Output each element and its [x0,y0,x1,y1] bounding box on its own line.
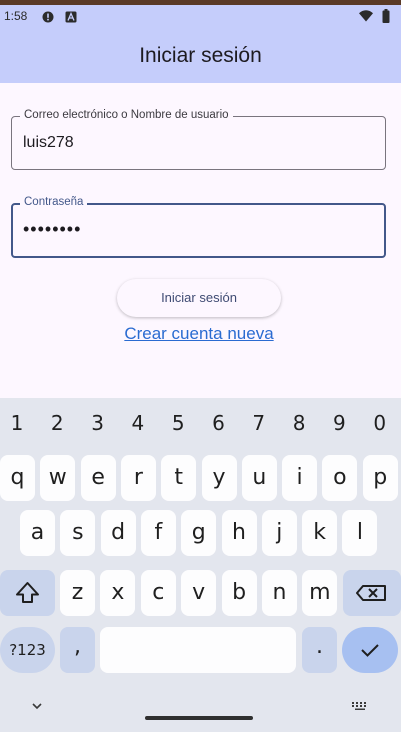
key-v[interactable]: v [181,570,217,616]
wifi-icon [359,10,373,22]
key-b[interactable]: b [221,570,257,616]
key-k[interactable]: k [302,510,338,556]
password-value[interactable]: •••••••• [23,219,81,240]
key-i[interactable]: i [282,455,318,501]
key-0[interactable]: 0 [360,410,400,436]
key-3[interactable]: 3 [78,410,118,436]
space-key[interactable] [100,627,296,673]
enter-key[interactable] [342,627,398,673]
key-5[interactable]: 5 [158,410,198,436]
shift-icon [16,582,39,603]
keyboard-icon[interactable] [351,701,369,711]
key-n[interactable]: n [262,570,297,616]
username-field[interactable]: Correo electrónico o Nombre de usuario l… [11,109,386,170]
key-1[interactable]: 1 [0,410,37,436]
key-u[interactable]: u [241,455,277,501]
key-6[interactable]: 6 [199,410,239,436]
password-field[interactable]: Contraseña •••••••• [11,196,386,258]
key-l[interactable]: l [342,510,378,556]
key-f[interactable]: f [140,510,176,556]
gesture-handle[interactable] [145,716,253,720]
key-9[interactable]: 9 [319,410,359,436]
key-o[interactable]: o [322,455,358,501]
key-2[interactable]: 2 [37,410,77,436]
page-title: Iniciar sesión [139,44,262,67]
password-label: Contraseña [20,196,88,208]
status-time: 1:58 [4,9,28,23]
username-value[interactable]: luis278 [23,134,74,152]
login-button[interactable]: Iniciar sesión [117,279,281,317]
key-8[interactable]: 8 [279,410,319,436]
period-key[interactable]: . [302,627,337,673]
create-account-link[interactable]: Crear cuenta nueva [0,324,398,344]
key-a[interactable]: a [20,510,55,556]
key-q[interactable]: q [0,455,35,501]
key-s[interactable]: s [60,510,96,556]
top-app-bar: 1:58 Iniciar sesión [0,0,401,83]
key-h[interactable]: h [221,510,257,556]
username-label: Correo electrónico o Nombre de usuario [20,109,233,121]
key-e[interactable]: e [80,455,116,501]
chevron-down-icon[interactable] [28,700,46,712]
a-notification-icon [65,11,77,23]
key-r[interactable]: r [120,455,156,501]
key-x[interactable]: x [100,570,136,616]
key-p[interactable]: p [362,455,398,501]
key-w[interactable]: w [40,455,76,501]
key-7[interactable]: 7 [239,410,279,436]
backspace-key[interactable] [343,570,401,616]
soft-keyboard: 1234567890 qwertyuiop asdfghjkl zxcvbnm … [0,398,401,732]
key-4[interactable]: 4 [118,410,158,436]
key-y[interactable]: y [201,455,237,501]
comma-key[interactable]: , [60,627,95,673]
key-c[interactable]: c [140,570,176,616]
shift-key[interactable] [0,570,55,616]
key-d[interactable]: d [100,510,136,556]
key-j[interactable]: j [261,510,297,556]
alert-circle-icon [42,11,54,23]
symbols-key[interactable]: ?123 [0,627,55,673]
key-g[interactable]: g [181,510,217,556]
status-bar: 1:58 [4,9,391,25]
key-z[interactable]: z [60,570,95,616]
key-m[interactable]: m [302,570,338,616]
key-t[interactable]: t [161,455,197,501]
battery-icon [382,9,390,23]
backspace-icon [356,585,386,601]
checkmark-icon [361,644,379,657]
top-edge-strip [0,0,401,5]
